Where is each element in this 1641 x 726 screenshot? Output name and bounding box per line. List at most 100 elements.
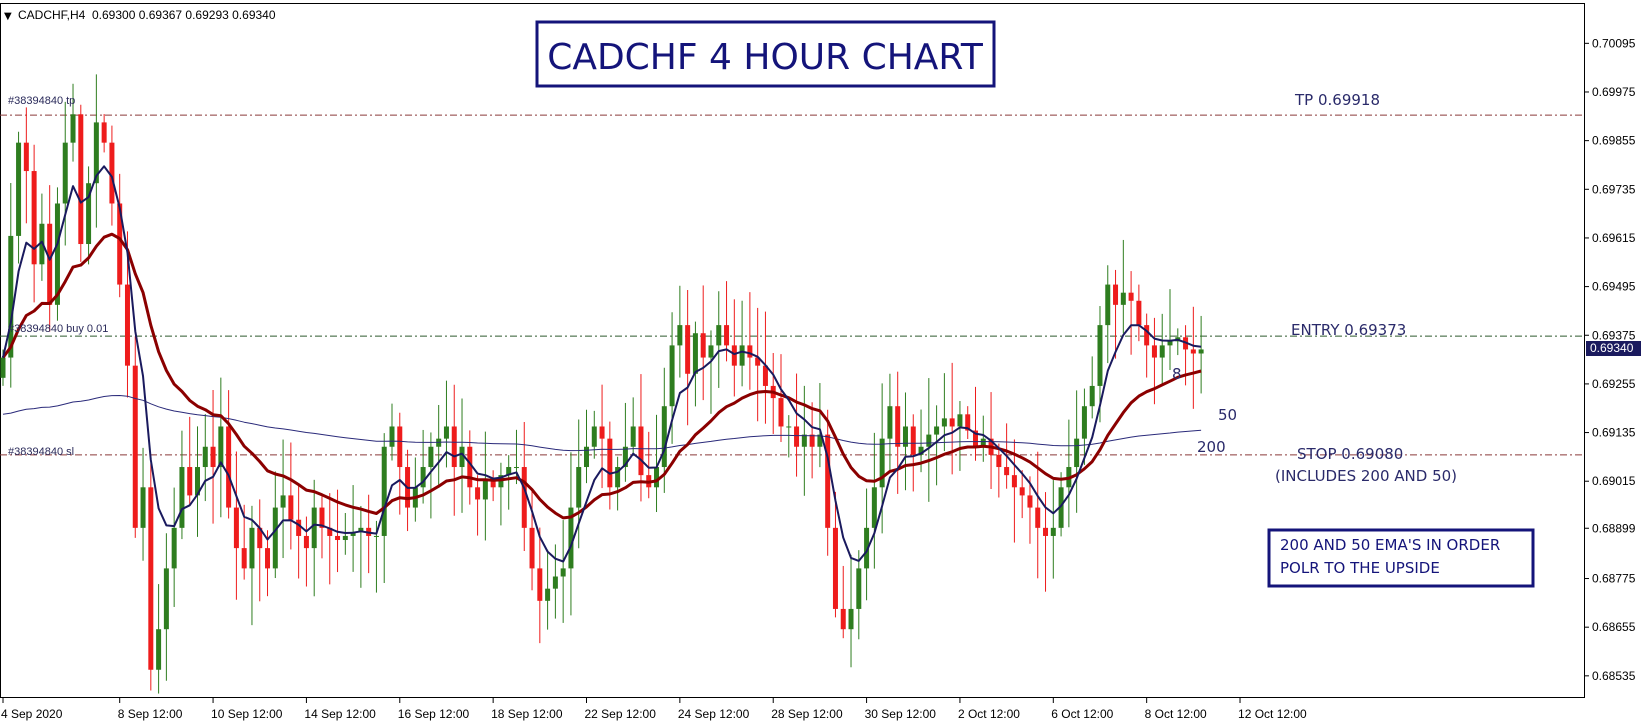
x-tick-label: 30 Sep 12:00 [865, 707, 937, 721]
candle-body [210, 446, 216, 468]
note-line-2: POLR TO THE UPSIDE [1280, 559, 1440, 577]
candle-body [272, 507, 278, 569]
candle-body [778, 398, 784, 427]
candle-body [692, 333, 698, 374]
candle-body [202, 446, 208, 468]
candle-body [871, 487, 877, 528]
x-tick-label: 28 Sep 12:00 [771, 707, 843, 721]
candle-body [545, 588, 551, 601]
symbol-label: CADCHF,H4 [18, 8, 86, 22]
tp-label: TP 0.69918 [1294, 91, 1380, 109]
candle-body [887, 406, 893, 439]
candle-body [148, 487, 154, 670]
candle-body [1081, 406, 1087, 439]
candle-body [1113, 284, 1119, 305]
candle-body [482, 479, 488, 500]
candle-body [1097, 325, 1103, 386]
candle-body [1027, 495, 1033, 508]
candle-body [809, 434, 815, 447]
x-tick-label: 8 Sep 12:00 [118, 707, 183, 721]
candle-body [832, 527, 838, 609]
candle-body [910, 426, 916, 455]
candle-body [856, 568, 862, 609]
candle-body [187, 467, 193, 496]
y-tick-label: 0.69495 [1592, 280, 1636, 294]
candle-body [241, 548, 247, 569]
candle-body [957, 414, 963, 427]
candle-body [560, 568, 566, 577]
candle-body [1043, 527, 1049, 536]
candle-body [132, 365, 138, 528]
price-chart: ▼ CADCHF,H4 0.69300 0.69367 0.69293 0.69… [0, 3, 1641, 721]
candle-body [124, 284, 130, 366]
candle-body [739, 345, 745, 366]
candle-body [280, 495, 286, 508]
candle-body [786, 426, 792, 428]
candle-body [23, 142, 29, 172]
candle-body [926, 434, 932, 447]
candle-body [1035, 507, 1041, 528]
candle-body [1190, 349, 1196, 354]
x-tick-label: 10 Sep 12:00 [211, 707, 283, 721]
candle-body [156, 629, 162, 670]
ema8-label: 8 [1172, 365, 1182, 383]
candle-body [949, 418, 955, 427]
candle-body [708, 345, 714, 358]
candle-body [661, 406, 667, 468]
candle-body [1019, 487, 1025, 496]
candle-body [801, 434, 807, 447]
entry-label: ENTRY 0.69373 [1291, 321, 1406, 339]
y-tick-label: 0.69015 [1592, 474, 1636, 488]
candle-body [1050, 527, 1056, 536]
y-tick-label: 0.68655 [1592, 620, 1636, 634]
x-tick-label: 6 Oct 12:00 [1051, 707, 1113, 721]
candle-body [677, 325, 683, 346]
candle-body [78, 114, 84, 245]
candle-body [303, 535, 309, 549]
candle-body [607, 438, 613, 488]
candle-body [1011, 475, 1017, 488]
candle-body [747, 345, 753, 358]
candle-body [233, 507, 239, 549]
candle-body [381, 446, 387, 536]
time-axis: 4 Sep 2020 8 Sep 12:00 10 Sep 12:00 14 Sep … [1, 698, 1307, 721]
y-tick-label: 0.68899 [1592, 521, 1636, 535]
candle-body [296, 519, 302, 536]
candle-body [179, 467, 185, 528]
candle-body [1004, 467, 1010, 476]
ohlc-readout: 0.69300 0.69367 0.69293 0.69340 [92, 8, 276, 22]
candle-body [794, 426, 800, 447]
ema200-label: 200 [1197, 438, 1226, 456]
candle-body [537, 568, 543, 601]
candle-body [599, 426, 605, 439]
entry-order-tag: #38394840 buy 0.01 [8, 323, 108, 335]
y-tick-label: 0.69855 [1592, 134, 1636, 148]
candle-body [140, 487, 146, 528]
candle-body [1105, 284, 1111, 326]
x-tick-label: 22 Sep 12:00 [585, 707, 657, 721]
candle-body [840, 608, 846, 630]
candle-body [163, 568, 169, 630]
candle-body [16, 142, 22, 236]
candle-body [1144, 325, 1150, 346]
y-tick-label: 0.68535 [1592, 669, 1636, 683]
candle-body [171, 527, 177, 569]
candle-body [397, 426, 403, 468]
candle-body [1128, 292, 1134, 301]
menu-triangle-icon[interactable]: ▼ [4, 11, 12, 22]
y-tick-label: 0.69255 [1592, 377, 1636, 391]
candle-body [669, 345, 675, 407]
candle-body [475, 487, 481, 500]
candle-body [373, 535, 379, 537]
candle-body [288, 495, 294, 520]
candle-body [1167, 341, 1173, 346]
ema50-label: 50 [1218, 406, 1237, 424]
stop-order-tag: #38394840 sl [8, 446, 74, 458]
stop-sublabel: (INCLUDES 200 AND 50) [1275, 467, 1457, 485]
x-tick-label: 16 Sep 12:00 [398, 707, 470, 721]
candle-body [685, 325, 691, 374]
candle-body [451, 426, 457, 468]
candle-body [529, 527, 535, 569]
candle-body [249, 527, 255, 569]
candle-body [1089, 385, 1095, 407]
